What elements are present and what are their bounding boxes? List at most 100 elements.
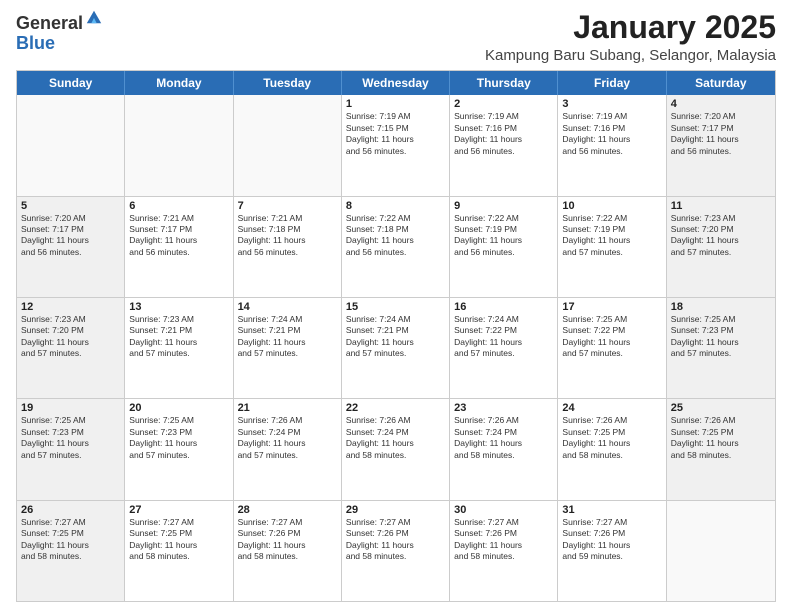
calendar-cell-w1d1: 6Sunrise: 7:21 AM Sunset: 7:17 PM Daylig… <box>125 197 233 297</box>
weekday-header-tuesday: Tuesday <box>234 71 342 95</box>
calendar-cell-w2d1: 13Sunrise: 7:23 AM Sunset: 7:21 PM Dayli… <box>125 298 233 398</box>
main-title: January 2025 <box>485 10 776 45</box>
day-info: Sunrise: 7:25 AM Sunset: 7:23 PM Dayligh… <box>671 314 771 360</box>
calendar-cell-w2d2: 14Sunrise: 7:24 AM Sunset: 7:21 PM Dayli… <box>234 298 342 398</box>
title-block: January 2025 Kampung Baru Subang, Selang… <box>485 10 776 64</box>
logo-blue-text: Blue <box>16 34 103 54</box>
day-number: 3 <box>562 98 661 110</box>
day-info: Sunrise: 7:23 AM Sunset: 7:21 PM Dayligh… <box>129 314 228 360</box>
day-number: 2 <box>454 98 553 110</box>
day-number: 4 <box>671 98 771 110</box>
calendar-row-2: 12Sunrise: 7:23 AM Sunset: 7:20 PM Dayli… <box>17 297 775 398</box>
day-number: 8 <box>346 200 445 212</box>
calendar-cell-w4d6 <box>667 501 775 601</box>
day-info: Sunrise: 7:24 AM Sunset: 7:22 PM Dayligh… <box>454 314 553 360</box>
calendar-row-3: 19Sunrise: 7:25 AM Sunset: 7:23 PM Dayli… <box>17 398 775 499</box>
day-info: Sunrise: 7:19 AM Sunset: 7:16 PM Dayligh… <box>454 111 553 157</box>
calendar-cell-w2d5: 17Sunrise: 7:25 AM Sunset: 7:22 PM Dayli… <box>558 298 666 398</box>
calendar: SundayMondayTuesdayWednesdayThursdayFrid… <box>16 70 776 602</box>
calendar-cell-w0d2 <box>234 95 342 195</box>
calendar-cell-w0d1 <box>125 95 233 195</box>
calendar-cell-w4d1: 27Sunrise: 7:27 AM Sunset: 7:25 PM Dayli… <box>125 501 233 601</box>
day-number: 5 <box>21 200 120 212</box>
day-info: Sunrise: 7:26 AM Sunset: 7:24 PM Dayligh… <box>454 415 553 461</box>
day-info: Sunrise: 7:19 AM Sunset: 7:15 PM Dayligh… <box>346 111 445 157</box>
day-info: Sunrise: 7:26 AM Sunset: 7:24 PM Dayligh… <box>346 415 445 461</box>
calendar-cell-w3d5: 24Sunrise: 7:26 AM Sunset: 7:25 PM Dayli… <box>558 399 666 499</box>
calendar-cell-w4d3: 29Sunrise: 7:27 AM Sunset: 7:26 PM Dayli… <box>342 501 450 601</box>
day-info: Sunrise: 7:27 AM Sunset: 7:25 PM Dayligh… <box>21 517 120 563</box>
logo: General Blue <box>16 14 103 54</box>
calendar-cell-w1d6: 11Sunrise: 7:23 AM Sunset: 7:20 PM Dayli… <box>667 197 775 297</box>
day-number: 6 <box>129 200 228 212</box>
day-number: 15 <box>346 301 445 313</box>
day-number: 18 <box>671 301 771 313</box>
day-number: 17 <box>562 301 661 313</box>
day-info: Sunrise: 7:27 AM Sunset: 7:26 PM Dayligh… <box>346 517 445 563</box>
day-number: 21 <box>238 402 337 414</box>
day-number: 14 <box>238 301 337 313</box>
calendar-cell-w4d4: 30Sunrise: 7:27 AM Sunset: 7:26 PM Dayli… <box>450 501 558 601</box>
calendar-row-0: 1Sunrise: 7:19 AM Sunset: 7:15 PM Daylig… <box>17 95 775 195</box>
weekday-header-saturday: Saturday <box>667 71 775 95</box>
day-number: 22 <box>346 402 445 414</box>
day-info: Sunrise: 7:20 AM Sunset: 7:17 PM Dayligh… <box>671 111 771 157</box>
day-info: Sunrise: 7:21 AM Sunset: 7:18 PM Dayligh… <box>238 213 337 259</box>
day-info: Sunrise: 7:24 AM Sunset: 7:21 PM Dayligh… <box>346 314 445 360</box>
day-info: Sunrise: 7:27 AM Sunset: 7:25 PM Dayligh… <box>129 517 228 563</box>
calendar-header: SundayMondayTuesdayWednesdayThursdayFrid… <box>17 71 775 95</box>
day-info: Sunrise: 7:20 AM Sunset: 7:17 PM Dayligh… <box>21 213 120 259</box>
calendar-cell-w3d4: 23Sunrise: 7:26 AM Sunset: 7:24 PM Dayli… <box>450 399 558 499</box>
calendar-cell-w1d3: 8Sunrise: 7:22 AM Sunset: 7:18 PM Daylig… <box>342 197 450 297</box>
calendar-row-1: 5Sunrise: 7:20 AM Sunset: 7:17 PM Daylig… <box>17 196 775 297</box>
calendar-cell-w2d3: 15Sunrise: 7:24 AM Sunset: 7:21 PM Dayli… <box>342 298 450 398</box>
calendar-body: 1Sunrise: 7:19 AM Sunset: 7:15 PM Daylig… <box>17 95 775 601</box>
calendar-cell-w0d4: 2Sunrise: 7:19 AM Sunset: 7:16 PM Daylig… <box>450 95 558 195</box>
day-info: Sunrise: 7:25 AM Sunset: 7:22 PM Dayligh… <box>562 314 661 360</box>
day-info: Sunrise: 7:22 AM Sunset: 7:18 PM Dayligh… <box>346 213 445 259</box>
day-info: Sunrise: 7:23 AM Sunset: 7:20 PM Dayligh… <box>21 314 120 360</box>
page: General Blue January 2025 Kampung Baru S… <box>0 0 792 612</box>
day-number: 16 <box>454 301 553 313</box>
day-number: 20 <box>129 402 228 414</box>
day-info: Sunrise: 7:22 AM Sunset: 7:19 PM Dayligh… <box>562 213 661 259</box>
day-info: Sunrise: 7:25 AM Sunset: 7:23 PM Dayligh… <box>129 415 228 461</box>
day-number: 1 <box>346 98 445 110</box>
subtitle: Kampung Baru Subang, Selangor, Malaysia <box>485 47 776 64</box>
day-info: Sunrise: 7:26 AM Sunset: 7:25 PM Dayligh… <box>562 415 661 461</box>
weekday-header-wednesday: Wednesday <box>342 71 450 95</box>
calendar-cell-w1d2: 7Sunrise: 7:21 AM Sunset: 7:18 PM Daylig… <box>234 197 342 297</box>
calendar-cell-w4d2: 28Sunrise: 7:27 AM Sunset: 7:26 PM Dayli… <box>234 501 342 601</box>
calendar-cell-w0d6: 4Sunrise: 7:20 AM Sunset: 7:17 PM Daylig… <box>667 95 775 195</box>
calendar-cell-w4d5: 31Sunrise: 7:27 AM Sunset: 7:26 PM Dayli… <box>558 501 666 601</box>
day-number: 23 <box>454 402 553 414</box>
calendar-cell-w1d5: 10Sunrise: 7:22 AM Sunset: 7:19 PM Dayli… <box>558 197 666 297</box>
day-info: Sunrise: 7:27 AM Sunset: 7:26 PM Dayligh… <box>238 517 337 563</box>
calendar-cell-w2d4: 16Sunrise: 7:24 AM Sunset: 7:22 PM Dayli… <box>450 298 558 398</box>
calendar-cell-w3d1: 20Sunrise: 7:25 AM Sunset: 7:23 PM Dayli… <box>125 399 233 499</box>
day-number: 19 <box>21 402 120 414</box>
day-number: 13 <box>129 301 228 313</box>
day-info: Sunrise: 7:27 AM Sunset: 7:26 PM Dayligh… <box>454 517 553 563</box>
weekday-header-sunday: Sunday <box>17 71 125 95</box>
calendar-cell-w1d0: 5Sunrise: 7:20 AM Sunset: 7:17 PM Daylig… <box>17 197 125 297</box>
day-number: 26 <box>21 504 120 516</box>
day-info: Sunrise: 7:25 AM Sunset: 7:23 PM Dayligh… <box>21 415 120 461</box>
day-info: Sunrise: 7:24 AM Sunset: 7:21 PM Dayligh… <box>238 314 337 360</box>
day-number: 27 <box>129 504 228 516</box>
day-number: 28 <box>238 504 337 516</box>
calendar-cell-w2d6: 18Sunrise: 7:25 AM Sunset: 7:23 PM Dayli… <box>667 298 775 398</box>
day-info: Sunrise: 7:19 AM Sunset: 7:16 PM Dayligh… <box>562 111 661 157</box>
day-info: Sunrise: 7:21 AM Sunset: 7:17 PM Dayligh… <box>129 213 228 259</box>
day-number: 7 <box>238 200 337 212</box>
logo-icon <box>85 8 103 26</box>
calendar-cell-w1d4: 9Sunrise: 7:22 AM Sunset: 7:19 PM Daylig… <box>450 197 558 297</box>
weekday-header-monday: Monday <box>125 71 233 95</box>
day-number: 10 <box>562 200 661 212</box>
day-info: Sunrise: 7:27 AM Sunset: 7:26 PM Dayligh… <box>562 517 661 563</box>
weekday-header-thursday: Thursday <box>450 71 558 95</box>
calendar-cell-w0d5: 3Sunrise: 7:19 AM Sunset: 7:16 PM Daylig… <box>558 95 666 195</box>
day-info: Sunrise: 7:26 AM Sunset: 7:24 PM Dayligh… <box>238 415 337 461</box>
day-number: 9 <box>454 200 553 212</box>
calendar-cell-w0d0 <box>17 95 125 195</box>
